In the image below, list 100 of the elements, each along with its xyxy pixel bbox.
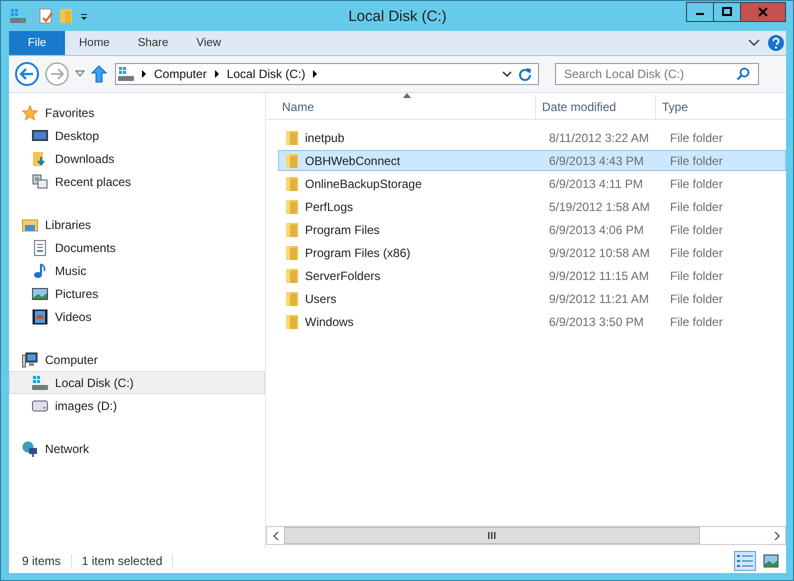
nav-item[interactable]: Recent places (9, 170, 265, 193)
nav-item[interactable]: Pictures (9, 282, 265, 305)
breadcrumb[interactable]: Computer (154, 67, 207, 81)
picture-icon (32, 286, 48, 302)
recent-dropdown-icon[interactable] (75, 70, 85, 78)
file-tab[interactable]: File (9, 31, 65, 55)
file-row[interactable]: Windows 6/9/2013 3:50 PM File folder (278, 311, 786, 332)
back-button[interactable] (15, 62, 39, 86)
computer-icon (22, 352, 38, 368)
item-count: 9 items (22, 554, 61, 568)
file-name: OBHWebConnect (305, 154, 400, 168)
date-cell-text: 9/9/2012 10:58 AM (548, 246, 651, 260)
details-view-button[interactable] (734, 551, 756, 571)
scroll-thumb[interactable] (284, 527, 700, 544)
date-cell-text: 6/9/2013 4:43 PM (548, 154, 645, 168)
window-title: Local Disk (C:) (348, 8, 447, 24)
file-row[interactable]: OBHWebConnect 6/9/2013 4:43 PM File folder (278, 150, 786, 171)
breadcrumb[interactable]: Local Disk (C:) (226, 67, 306, 81)
file-name: Users (305, 292, 336, 306)
globe-icon (22, 440, 38, 456)
refresh-icon[interactable] (518, 67, 532, 81)
date-cell-text: 8/11/2012 3:22 AM (548, 130, 650, 144)
type-cell-text: File folder (669, 222, 724, 236)
file-row[interactable]: OnlineBackupStorage 6/9/2013 4:11 PM File folder (278, 173, 786, 194)
date-cell-text: 9/9/2012 11:21 AM (548, 292, 650, 306)
date-cell-text: 6/9/2013 4:06 PM (548, 222, 645, 236)
address-bar[interactable]: Computer Local Disk (C:) (115, 63, 539, 85)
chevron-icon[interactable] (311, 70, 320, 78)
file-row[interactable]: PerfLogs 5/19/2012 1:58 AM File folder (278, 196, 786, 217)
folder-icon (285, 198, 299, 214)
file-name: Windows (305, 314, 354, 328)
chevron-right-icon (774, 532, 780, 540)
nav-group[interactable]: Network (9, 437, 265, 460)
column-header[interactable]: Date modified (536, 95, 656, 119)
date-cell-text: 6/9/2013 3:50 PM (548, 314, 645, 328)
folder-icon (285, 268, 299, 284)
selection-count: 1 item selected (82, 554, 162, 568)
nav-item[interactable]: Videos (9, 305, 265, 328)
file-row[interactable]: inetpub 8/11/2012 3:22 AM File folder (278, 127, 786, 148)
date-cell-text: 5/19/2012 1:58 AM (548, 200, 651, 214)
ribbon-tab[interactable]: View (182, 31, 236, 55)
chevron-icon[interactable] (140, 70, 148, 78)
library-folder-icon (22, 216, 38, 232)
ribbon-tab[interactable]: Share (124, 31, 182, 55)
type-cell-text: File folder (669, 314, 724, 328)
type-cell-text: File folder (669, 176, 724, 190)
nav-item[interactable]: images (D:) (9, 394, 265, 417)
chevron-icon[interactable] (212, 70, 221, 78)
nav-group[interactable]: Libraries (9, 213, 265, 236)
monitor-icon (32, 128, 48, 144)
chevron-left-icon (272, 532, 278, 540)
date-cell-text: 6/9/2013 4:11 PM (548, 176, 644, 190)
folder-icon (285, 222, 299, 238)
close-icon (758, 7, 768, 17)
film-icon (32, 308, 48, 324)
nav-item[interactable]: Downloads (9, 147, 265, 170)
file-row[interactable]: Program Files (x86) 9/9/2012 10:58 AM File folder (278, 242, 786, 263)
folder-icon (285, 152, 299, 168)
drive-icon (118, 66, 134, 82)
maximize-button[interactable] (713, 2, 741, 22)
search-field[interactable]: Search Local Disk (C:) (555, 63, 759, 85)
column-header[interactable]: Name (266, 95, 536, 119)
help-icon[interactable] (768, 35, 784, 51)
file-row[interactable]: Users 9/9/2012 11:21 AM File folder (278, 288, 786, 309)
nav-group[interactable]: Favorites (9, 101, 265, 124)
folder-icon (285, 130, 299, 146)
file-name: Program Files (x86) (305, 246, 410, 260)
maximize-icon (722, 7, 732, 17)
music-note-icon (32, 262, 48, 278)
file-row[interactable]: ServerFolders 9/9/2012 11:15 AM File folder (278, 265, 786, 286)
folder-icon (285, 314, 299, 330)
file-name: Program Files (305, 222, 380, 236)
horizontal-scrollbar[interactable] (266, 526, 786, 545)
folder-icon (285, 176, 299, 192)
ribbon-tab[interactable]: Home (65, 31, 124, 55)
nav-item[interactable]: Local Disk (C:) (9, 371, 265, 394)
expand-ribbon-icon[interactable] (748, 38, 760, 48)
up-arrow-icon[interactable] (91, 65, 107, 83)
minimize-button[interactable] (686, 2, 714, 22)
type-cell-text: File folder (669, 200, 724, 214)
document-icon (32, 240, 48, 256)
dropdown-icon[interactable] (502, 70, 512, 78)
type-cell-text: File folder (669, 130, 724, 144)
type-cell-text: File folder (669, 154, 724, 168)
column-header[interactable]: Type (656, 95, 786, 119)
file-name: OnlineBackupStorage (305, 176, 422, 190)
drive-icon (32, 374, 48, 390)
recent-places-icon (32, 174, 48, 190)
file-row[interactable]: Program Files 6/9/2013 4:06 PM File folder (278, 219, 786, 240)
nav-item[interactable]: Desktop (9, 124, 265, 147)
nav-item[interactable]: Documents (9, 236, 265, 259)
nav-group[interactable]: Computer (9, 348, 265, 371)
type-cell-text: File folder (669, 246, 724, 260)
folder-icon (285, 290, 299, 306)
date-cell-text: 9/9/2012 11:15 AM (548, 268, 650, 282)
properties-icon[interactable] (39, 8, 53, 24)
close-button[interactable] (740, 2, 786, 22)
nav-item[interactable]: Music (9, 259, 265, 282)
search-icon[interactable] (736, 67, 750, 81)
star-icon (22, 104, 38, 120)
